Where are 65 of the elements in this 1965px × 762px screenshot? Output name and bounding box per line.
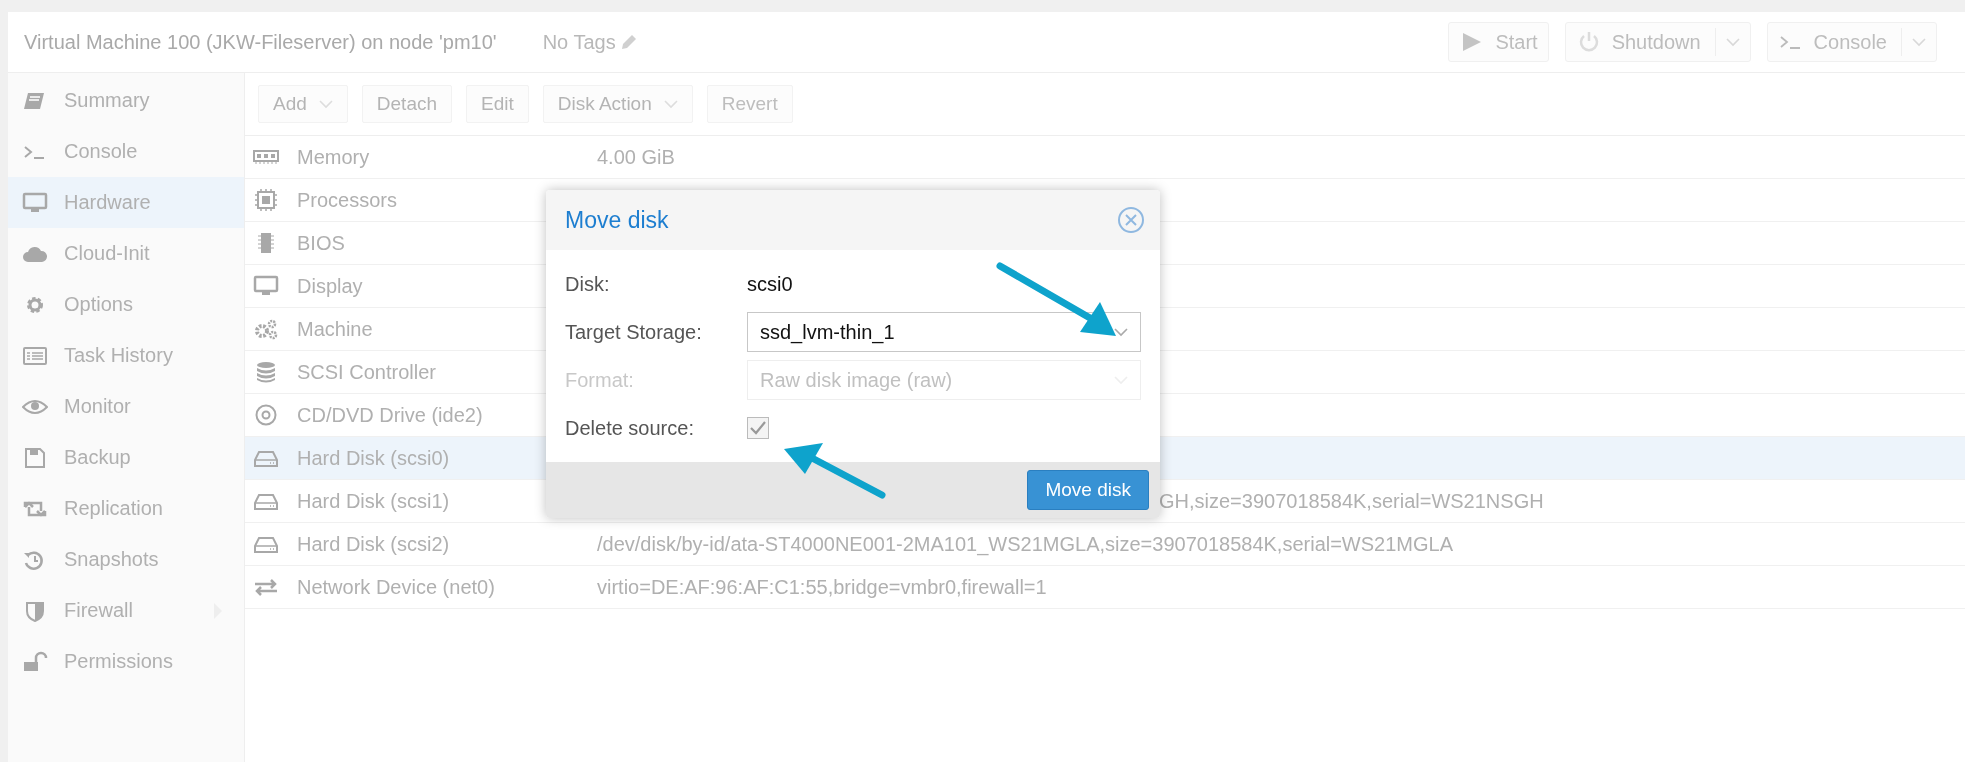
- hardware-name: CD/DVD Drive (ide2): [297, 403, 483, 426]
- window-title: Virtual Machine 100 (JKW-Fileserver) on node 'pm10': [24, 30, 497, 54]
- hardware-value: /dev/disk/by-id/ata-ST4000NE001-2MA101_WS21MGLA,size=3907018584K,serial=WS21MGLA: [597, 532, 1453, 556]
- sidebar-label: Snapshots: [64, 548, 159, 571]
- hardware-name: Hard Disk (scsi2): [297, 532, 450, 555]
- console-button[interactable]: Console: [1766, 22, 1937, 62]
- sidebar-label: Cloud-Init: [64, 242, 150, 265]
- sidebar-label: Task History: [64, 344, 173, 367]
- sidebar-item[interactable]: Snapshots: [8, 534, 244, 585]
- sidebar-item[interactable]: Task History: [8, 330, 244, 381]
- hardware-name: Hard Disk (scsi0): [297, 446, 450, 469]
- monitor-icon: [22, 191, 48, 214]
- toolbar-button[interactable]: Detach: [361, 85, 452, 123]
- field-value: scsi0: [747, 272, 793, 296]
- sidebar-item[interactable]: Permissions: [8, 636, 244, 687]
- hardware-name: Machine: [297, 317, 373, 340]
- field-label: Disk:: [565, 272, 611, 296]
- sidebar-item[interactable]: Console: [8, 126, 244, 177]
- hardware-value: GH,size=3907018584K,serial=WS21NSGH: [1159, 489, 1544, 513]
- sidebar-item[interactable]: Backup: [8, 432, 244, 483]
- checkbox[interactable]: [747, 417, 769, 439]
- select-field[interactable]: ssd_lvm-thin_1: [747, 312, 1141, 352]
- sidebar-label: Summary: [64, 89, 150, 112]
- sidebar-item[interactable]: Hardware: [8, 177, 244, 228]
- caret-icon: [1114, 327, 1128, 337]
- field-label: Target Storage:: [565, 320, 703, 344]
- hardware-name: BIOS: [297, 231, 345, 254]
- hardware-name: Hard Disk (scsi1): [297, 489, 450, 512]
- hardware-name: Display: [297, 274, 363, 297]
- toolbar-button[interactable]: Add: [258, 85, 348, 123]
- sidebar-label: Monitor: [64, 395, 131, 418]
- hardware-row[interactable]: Hard Disk (scsi2) /dev/disk/by-id/ata-ST4000NE001-2MA101_WS21MGLA,size=3907018584K,serial=WS21MGLA: [245, 523, 1965, 566]
- sidebar-item[interactable]: Firewall: [8, 585, 244, 636]
- sidebar-label: Backup: [64, 446, 131, 469]
- sidebar-item[interactable]: Options: [8, 279, 244, 330]
- sidebar-label: Options: [64, 293, 133, 316]
- hardware-row[interactable]: Memory 4.00 GiB: [245, 136, 1965, 179]
- sidebar-item[interactable]: Replication: [8, 483, 244, 534]
- move-disk-button[interactable]: Move disk: [1027, 470, 1149, 510]
- field-label: Delete source:: [565, 416, 695, 440]
- hardware-name: Memory: [297, 145, 370, 168]
- hardware-name: Processors: [297, 188, 398, 211]
- sidebar-label: Console: [64, 140, 138, 163]
- sidebar-label: Replication: [64, 497, 163, 520]
- tags-link[interactable]: No Tags: [542, 30, 638, 54]
- sidebar-item[interactable]: Cloud-Init: [8, 228, 244, 279]
- sidebar-item[interactable]: Monitor: [8, 381, 244, 432]
- floppy-icon: [22, 446, 48, 469]
- sidebar-label: Permissions: [64, 650, 173, 673]
- toolbar-button[interactable]: Disk Action: [542, 85, 693, 123]
- unlock-icon: [22, 650, 48, 673]
- list-icon: [22, 344, 48, 367]
- hardware-row[interactable]: Network Device (net0) virtio=DE:AF:96:AF:C1:55,bridge=vmbr0,firewall=1: [245, 566, 1965, 609]
- sidebar-item[interactable]: Summary: [8, 75, 244, 126]
- hardware-name: SCSI Controller: [297, 360, 436, 383]
- pencil-icon: [619, 33, 638, 51]
- hardware-value: virtio=DE:AF:96:AF:C1:55,bridge=vmbr0,firewall=1: [597, 575, 1047, 599]
- monitor-icon: [251, 275, 281, 297]
- hardware-name: Network Device (net0): [297, 575, 495, 598]
- start-button[interactable]: Start: [1448, 22, 1549, 62]
- hardware-value: 4.00 GiB: [597, 145, 675, 169]
- toolbar-button[interactable]: Edit: [466, 85, 529, 123]
- sidebar-label: Firewall: [64, 599, 133, 622]
- close-button[interactable]: [1116, 205, 1146, 235]
- sidebar-label: Hardware: [64, 191, 151, 214]
